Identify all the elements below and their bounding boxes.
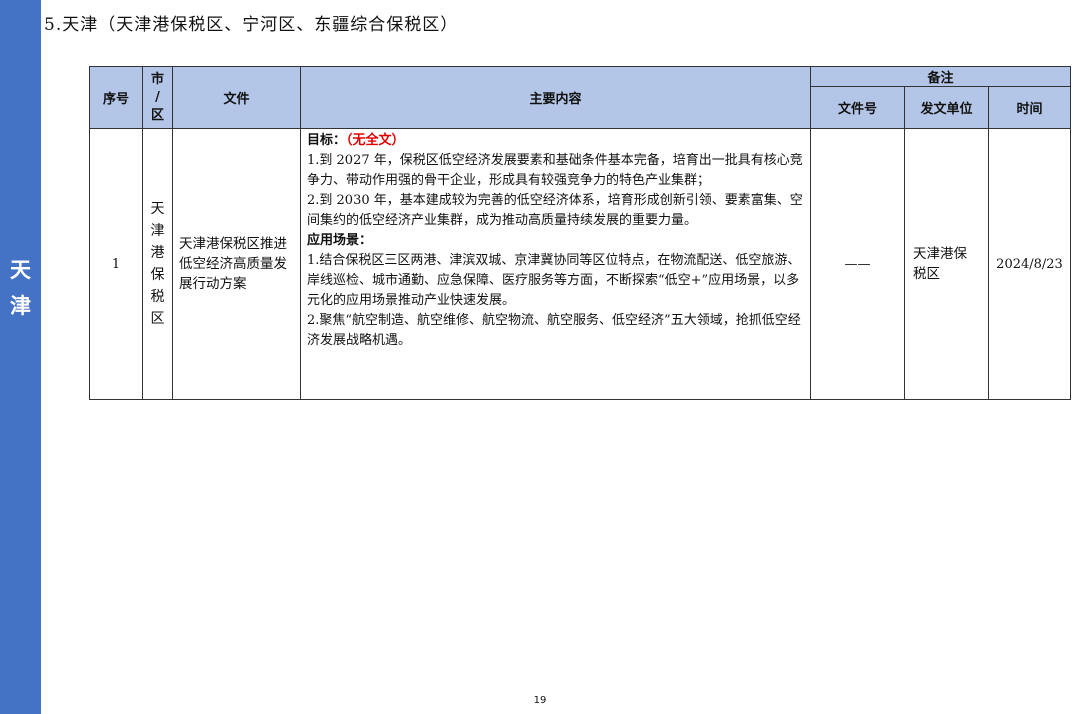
city-char: 津 [150, 223, 165, 239]
city-char: 区 [150, 311, 165, 327]
city-char: 天 [150, 201, 165, 217]
table-row: 1 天 津 港 保 税 区 天津港保税区推进低空经济高质量发展行动方案 目标：（… [89, 128, 1072, 400]
header-issuer: 发文单位 [904, 86, 989, 129]
no-fulltext-note: （无全文） [346, 133, 405, 148]
cell-time: 2024/8/23 [987, 128, 1072, 400]
header-remarks: 备注 [809, 66, 1072, 87]
header-doc-number: 文件号 [810, 86, 905, 129]
header-document: 文件 [172, 66, 301, 129]
cell-doc-number: —— [810, 128, 905, 400]
header-seq: 序号 [89, 66, 143, 129]
region-label-char: 津 [10, 294, 31, 318]
goal-item: 1.到 2027 年，保税区低空经济发展要素和基础条件基本完备，培育出一批具有核… [307, 153, 803, 188]
goal-item: 2.到 2030 年，基本建成较为完善的低空经济体系，培育形成创新引领、要素富集… [307, 193, 803, 228]
policy-table: 序号 市 / 区 文件 主要内容 备注 文件号 发文单位 时间 1 天 津 港 … [89, 66, 1072, 400]
scenario-heading: 应用场景： [307, 233, 373, 248]
section-title: 5.天津（天津港保税区、宁河区、东疆综合保税区） [44, 15, 459, 35]
region-label: 天 津 [0, 252, 41, 324]
cell-document: 天津港保税区推进低空经济高质量发展行动方案 [172, 128, 301, 400]
cell-seq: 1 [89, 128, 143, 400]
region-label-char: 天 [10, 258, 31, 282]
header-city-char: 市 [150, 71, 164, 87]
scenario-item: 2.聚焦“航空制造、航空维修、航空物流、航空服务、低空经济”五大领域，抢抓低空经… [307, 313, 801, 348]
city-char: 保 [150, 267, 165, 283]
header-city-char: / [155, 89, 160, 105]
side-band [0, 0, 41, 714]
goal-heading-line: 目标：（无全文） [307, 131, 804, 151]
cell-city: 天 津 港 保 税 区 [142, 128, 173, 400]
cell-issuer: 天津港保税区 [904, 128, 989, 400]
header-city: 市 / 区 [142, 66, 173, 129]
goal-heading: 目标： [307, 133, 347, 148]
header-content: 主要内容 [300, 66, 811, 129]
header-city-char: 区 [150, 107, 164, 123]
city-char: 税 [150, 289, 165, 305]
header-time: 时间 [987, 86, 1072, 129]
page-number: 19 [533, 695, 547, 706]
city-char: 港 [150, 245, 165, 261]
cell-content: 目标：（无全文） 1.到 2027 年，保税区低空经济发展要素和基础条件基本完备… [300, 128, 811, 400]
scenario-item: 1.结合保税区三区两港、津滨双城、京津冀协同等区位特点，在物流配送、低空旅游、岸… [307, 253, 801, 308]
